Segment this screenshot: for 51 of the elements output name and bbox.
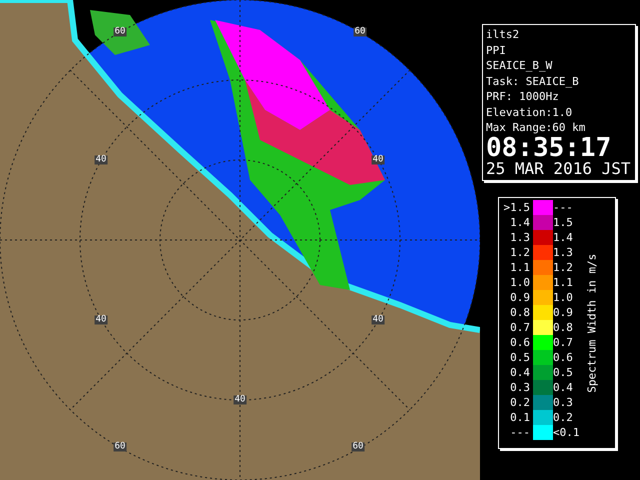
legend-label: 0.8 (553, 322, 574, 332)
date-text: 25 MAR 2016 JST (486, 160, 632, 178)
range-label: 60 (354, 28, 366, 36)
legend-label: 1.0 (553, 292, 574, 302)
legend-label: 1.1 (509, 262, 530, 272)
info-text: Max Range:60 km (486, 120, 586, 136)
legend-label: --- (553, 202, 574, 212)
legend-label: 0.2 (509, 396, 530, 408)
legend-label: 0.8 (509, 306, 530, 318)
legend-label: 1.1 (553, 276, 574, 288)
legend-label: 1.2 (509, 246, 530, 258)
info-text: PRF: 1000Hz (486, 89, 560, 104)
legend-label: 0.4 (509, 366, 530, 378)
legend-label: >1.5 (503, 202, 530, 212)
info-text: ilts2 (486, 27, 520, 42)
info-text: Elevation:1.0 (486, 104, 574, 120)
range-label: 60 (352, 442, 364, 452)
legend-label: 1.4 (553, 232, 574, 242)
legend-label: 1.3 (553, 246, 574, 258)
legend-label: 0.4 (553, 382, 574, 392)
legend-label: 1.5 (553, 216, 574, 228)
legend-label: 0.1 (509, 412, 530, 422)
legend-label: 0.9 (553, 306, 574, 318)
legend-title: Spectrum Width in m/s (584, 254, 600, 394)
range-label: 60 (114, 442, 126, 452)
legend-label: 1.0 (509, 276, 530, 288)
legend-label: 0.3 (553, 396, 574, 408)
legend-label: 0.9 (509, 292, 530, 302)
legend-label: 0.5 (553, 366, 574, 378)
legend-label: 0.7 (509, 322, 530, 332)
range-label: 40 (372, 316, 384, 324)
range-label: 40 (94, 316, 108, 324)
range-label: 60 (114, 28, 126, 36)
legend-label: 0.2 (553, 412, 574, 422)
legend-label: 0.6 (509, 336, 530, 348)
range-label: 40 (234, 396, 246, 404)
info-text: Task: SEAICE_B (486, 74, 580, 89)
legend-label: 0.7 (553, 336, 574, 348)
info-text: SEAICE_B_W (486, 58, 554, 74)
info-text: PPI (486, 42, 507, 58)
legend-label: 1.2 (553, 262, 574, 272)
range-label: 40 (372, 156, 384, 164)
legend-label: 1.3 (509, 232, 530, 242)
legend-label: 1.4 (509, 216, 530, 228)
legend-label: 0.5 (509, 352, 530, 362)
legend-label: --- (509, 426, 530, 438)
time-text: 08:35:17 (486, 136, 612, 160)
legend-label: <0.1 (553, 426, 580, 438)
range-label: 40 (94, 156, 108, 164)
legend-label: 0.3 (509, 382, 530, 392)
legend-label: 0.6 (553, 352, 574, 362)
